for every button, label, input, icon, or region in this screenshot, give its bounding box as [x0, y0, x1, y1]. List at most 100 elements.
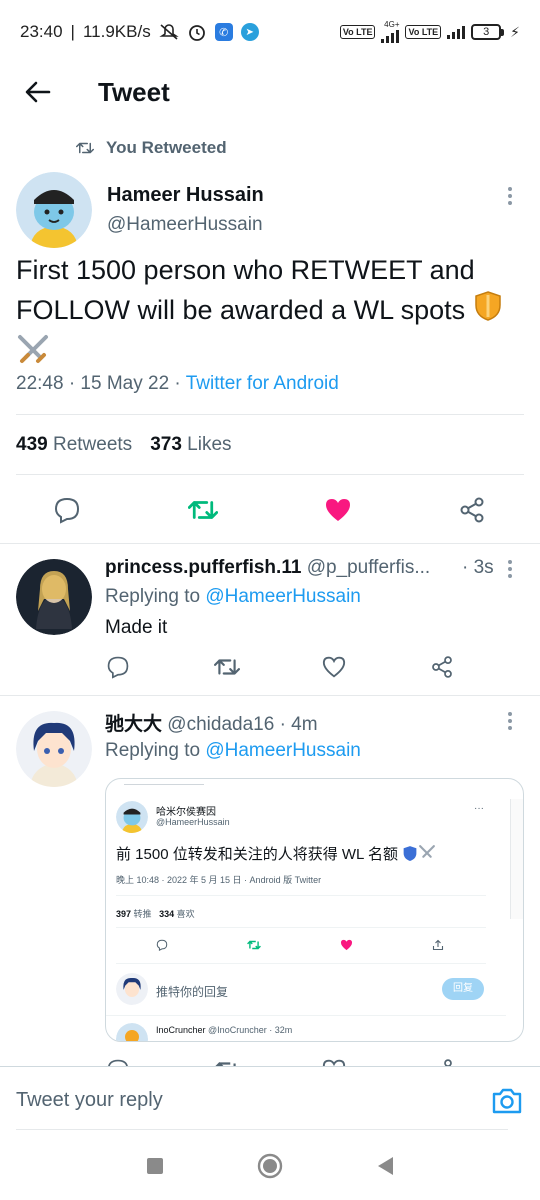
reply-button[interactable] [100, 649, 136, 685]
more-options-button[interactable] [502, 709, 518, 733]
heart-filled-icon [326, 499, 350, 521]
recents-button[interactable] [146, 1157, 164, 1180]
share-button[interactable] [454, 492, 490, 528]
avatar[interactable] [16, 559, 92, 635]
embed-likes-count: 334 [159, 909, 175, 919]
embed-tweet-body: 前 1500 位转发和关注的人将获得 WL 名额 [116, 846, 398, 863]
more-options-button[interactable] [502, 557, 518, 581]
tweet-stats: 439 Retweets 373 Likes [16, 434, 232, 456]
author-handle[interactable]: @HameerHussain [107, 214, 263, 236]
phone-app-icon: ✆ [214, 23, 233, 41]
divider [106, 1015, 506, 1016]
reply-author-name: princess.pufferfish.11 [105, 557, 302, 578]
retweet-button[interactable] [185, 492, 221, 528]
share-button[interactable] [424, 649, 460, 685]
status-left: 23:40 | 11.9KB/s ✆ ➤ [20, 22, 259, 42]
reply-tweet[interactable]: princess.pufferfish.11 @p_pufferfis... ·… [0, 543, 540, 695]
divider [16, 414, 524, 415]
back-nav-button[interactable] [376, 1156, 394, 1181]
embed-retweets-count: 397 [116, 909, 132, 919]
reply-input[interactable]: Tweet your reply [16, 1089, 163, 1112]
telegram-icon: ➤ [240, 23, 259, 41]
shield-icon [473, 290, 503, 333]
reply-author-handle: @p_pufferfis... [306, 557, 431, 578]
circle-icon [257, 1153, 283, 1178]
square-icon [147, 1157, 164, 1174]
crossed-swords-icon [418, 844, 436, 866]
embed-reply-button: 回复 [442, 978, 484, 1000]
clock: 23:40 [20, 22, 63, 41]
embed-next-tweet: InoCruncher @InoCruncher · 32m [156, 1025, 292, 1035]
embed-timestamp: 晚上 10:48 · 2022 年 5 月 15 日 · Android 版 T… [116, 875, 322, 885]
retweets-label: Retweets [52, 434, 133, 455]
tweet-source-link[interactable]: Twitter for Android [186, 373, 339, 394]
embed-tweet-text: 前 1500 位转发和关注的人将获得 WL 名额 [116, 843, 436, 866]
signal-1: 4G+ [381, 20, 400, 43]
reply-author-name: 驰大大 [105, 714, 163, 735]
back-button[interactable] [18, 72, 58, 112]
like-button[interactable] [320, 492, 356, 528]
likes-count: 373 [150, 434, 182, 455]
alarm-icon [187, 22, 207, 42]
reply-text: Made it [105, 617, 168, 638]
retweet-icon [214, 659, 240, 675]
retweet-icon [76, 142, 94, 154]
retweet-icon [188, 501, 218, 519]
replying-prefix: Replying to [105, 586, 206, 607]
status-bar: 23:40 | 11.9KB/s ✆ ➤ Vo LTE 4G+ Vo LTE 3… [0, 0, 540, 64]
embed-stats: 397 转推 334 喜欢 [116, 907, 195, 920]
triangle-back-icon [377, 1156, 393, 1175]
likes-stat[interactable]: 373 Likes [150, 434, 231, 456]
more-options-button[interactable] [502, 184, 518, 208]
tweet-actions [0, 490, 540, 530]
embed-more-icon: ··· [474, 803, 484, 814]
volte-badge-1: Vo LTE [339, 25, 376, 39]
camera-icon [492, 1088, 522, 1114]
embed-retweet-icon [247, 938, 261, 956]
embed-reply-avatar [116, 973, 148, 1005]
replying-to: Replying to @HameerHussain [105, 586, 361, 608]
tweet-text: First 1500 person who RETWEET and FOLLOW… [16, 250, 526, 378]
embed-next-handle: @InoCruncher · 32m [208, 1025, 293, 1035]
avatar[interactable] [16, 711, 92, 787]
retweets-stat[interactable]: 439 Retweets [16, 434, 132, 456]
reply-author[interactable]: 驰大大 @chidada16 · 4m [105, 709, 318, 736]
embed-author-name: 哈米尔侯赛因 [156, 807, 216, 818]
network-speed: 11.9KB/s [82, 22, 151, 41]
mention-link[interactable]: @HameerHussain [205, 586, 361, 607]
tweet-timestamp: 22:48 · 15 May 22 · Twitter for Android [16, 373, 339, 395]
home-button[interactable] [257, 1153, 283, 1184]
likes-label: Likes [187, 434, 232, 455]
top-app-bar: Tweet [0, 64, 540, 120]
crossed-swords-icon [16, 333, 50, 378]
author-name[interactable]: Hameer Hussain [107, 184, 264, 207]
share-icon [432, 656, 452, 678]
avatar[interactable] [16, 172, 92, 248]
embed-avatar [116, 801, 148, 833]
reply-author-handle: @chidada16 [167, 714, 275, 735]
embed-next-avatar [116, 1023, 148, 1041]
signal-bars-icon [447, 25, 466, 39]
reply-author[interactable]: princess.pufferfish.11 @p_pufferfis... [105, 557, 430, 579]
reply-composer: Tweet your reply [0, 1066, 540, 1136]
volte-badge-2: Vo LTE [405, 25, 442, 39]
separator: | [70, 22, 75, 41]
share-icon [460, 497, 484, 523]
back-arrow-icon [25, 81, 51, 103]
network-type: 4G+ [384, 20, 400, 29]
heart-icon [322, 656, 346, 678]
retweets-count: 439 [16, 434, 48, 455]
reply-button[interactable] [49, 492, 85, 528]
retweet-button[interactable] [209, 649, 245, 685]
attached-image[interactable]: 哈米尔侯赛因 @HameerHussain ··· 前 1500 位转发和关注的… [105, 778, 524, 1042]
divider [116, 895, 486, 896]
embed-likes-label: 喜欢 [176, 909, 195, 919]
divider [16, 474, 524, 475]
divider [116, 963, 486, 964]
mention-link[interactable]: @HameerHussain [205, 740, 361, 761]
camera-button[interactable] [490, 1084, 524, 1118]
adjacent-card-edge [510, 799, 523, 919]
battery-icon: 3 [471, 24, 505, 40]
battery-level: 3 [471, 24, 502, 40]
like-button[interactable] [316, 649, 352, 685]
